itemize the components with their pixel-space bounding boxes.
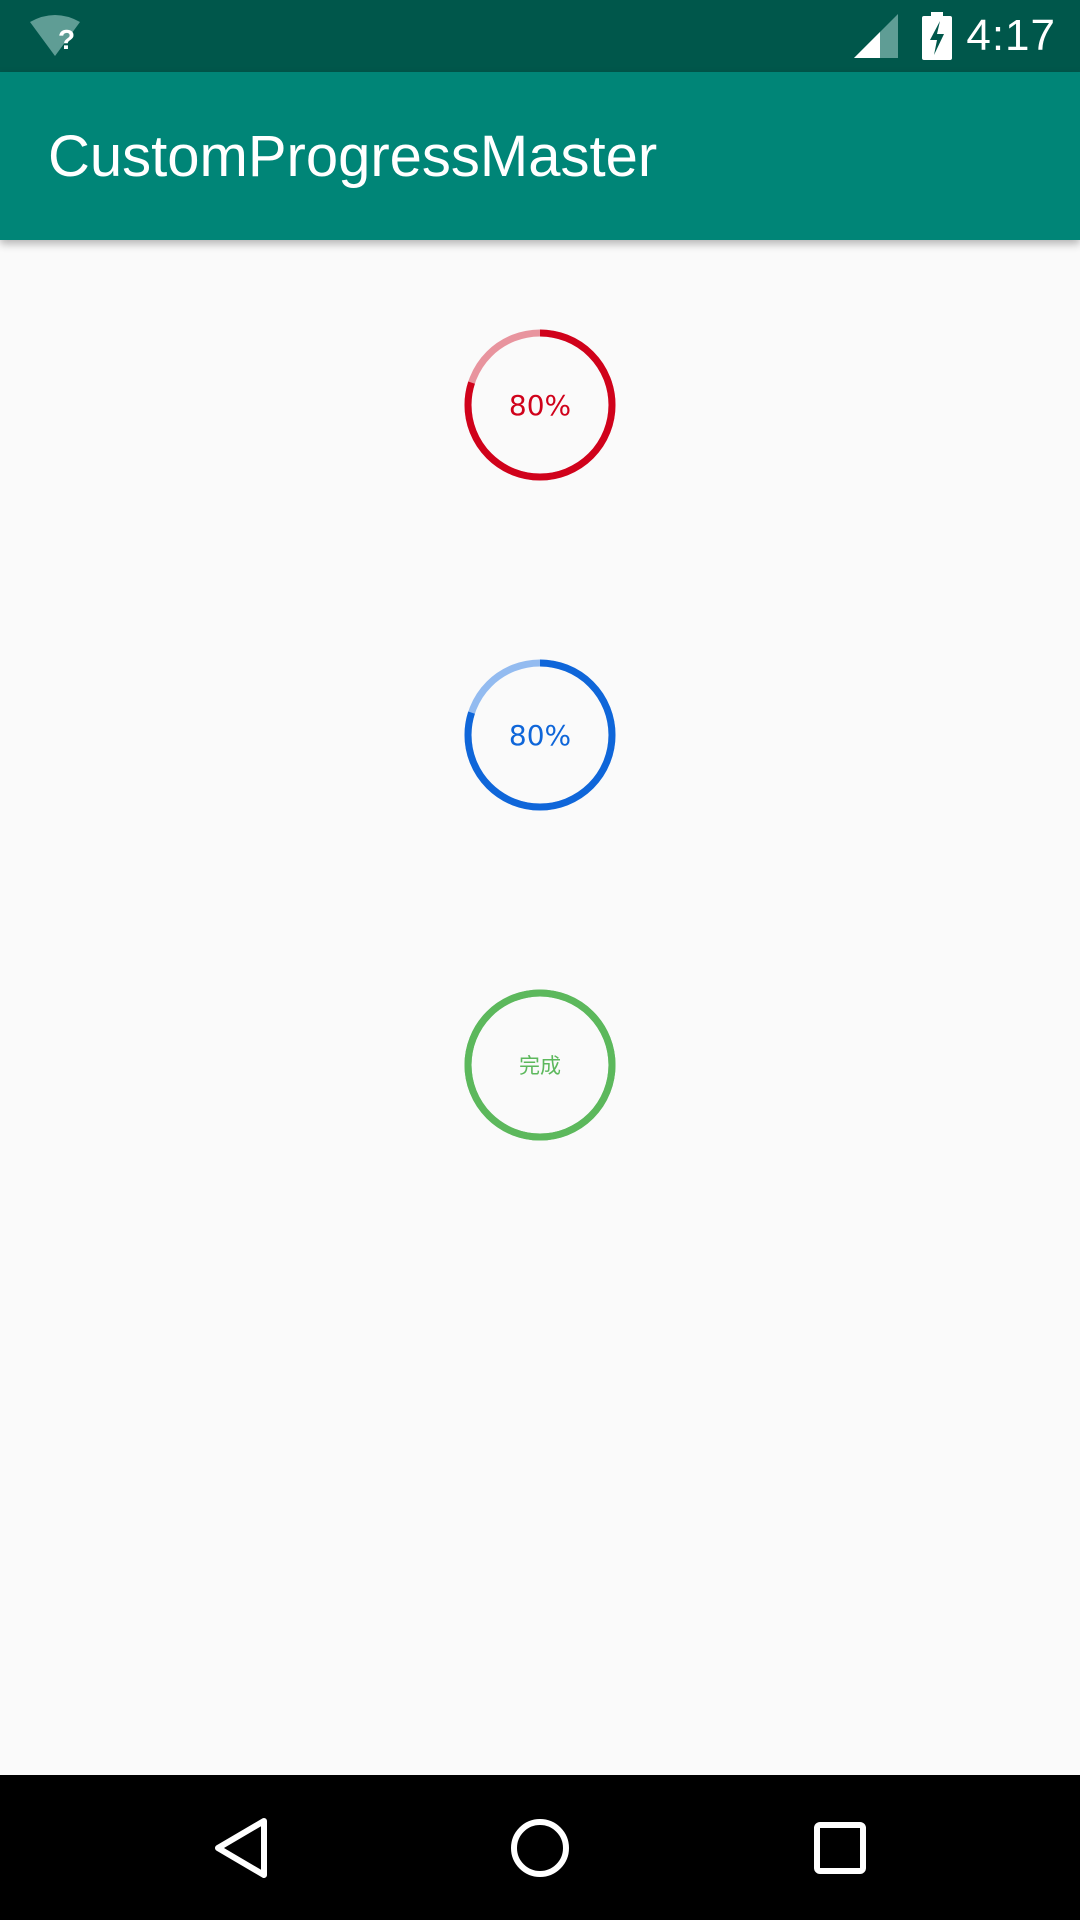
status-time: 4:17: [966, 11, 1056, 60]
status-bar: ? 4:17: [0, 0, 1080, 72]
progress-label: 完成: [519, 1054, 561, 1078]
content-area: 80% 80% 完成: [0, 240, 1080, 1775]
progress-ring-blue: 80%: [463, 658, 617, 812]
progress-ring-green: 完成: [463, 988, 617, 1142]
wifi-unknown-icon: ?: [28, 14, 82, 58]
battery-charging-icon: [922, 12, 952, 60]
wifi-badge: ?: [58, 24, 76, 55]
app-title: CustomProgressMaster: [48, 124, 658, 189]
navigation-bar: [0, 1775, 1080, 1920]
progress-ring-red: 80%: [463, 328, 617, 482]
recents-icon: [814, 1822, 866, 1874]
progress-label: 80%: [508, 388, 572, 422]
home-icon: [511, 1819, 569, 1877]
home-button[interactable]: [503, 1811, 577, 1885]
back-button[interactable]: [204, 1811, 278, 1885]
back-icon: [215, 1818, 267, 1878]
recents-button[interactable]: [803, 1811, 877, 1885]
app-bar: CustomProgressMaster: [0, 72, 1080, 240]
progress-label: 80%: [508, 718, 572, 752]
signal-icon: [854, 14, 898, 58]
